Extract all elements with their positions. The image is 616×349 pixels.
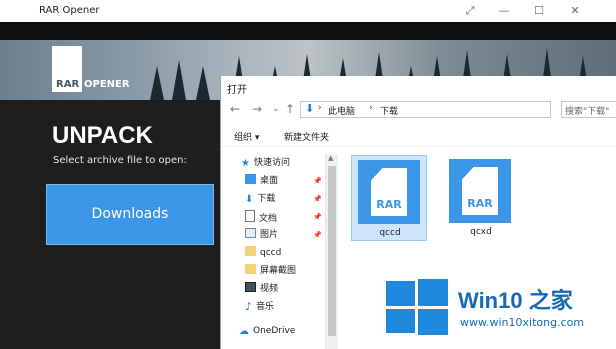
nav-item-label: OneDrive (253, 326, 296, 336)
maximize-button[interactable]: ☐ (530, 3, 548, 19)
rar-label: RAR (376, 198, 402, 211)
scroll-up-icon[interactable]: ▲ (328, 154, 333, 162)
picture-icon (245, 228, 256, 238)
nav-item-label: 图片 (260, 230, 279, 240)
page-subtitle: Select archive file to open: (53, 155, 187, 166)
rar-file-icon: RAR (358, 160, 420, 224)
logo-pane (418, 279, 448, 306)
nav-item-label: 视频 (260, 284, 279, 294)
breadcrumb-downloads[interactable]: 下载 (380, 104, 398, 117)
cloud-icon: ☁ (239, 326, 249, 337)
nav-item-videos[interactable]: 视频 (245, 282, 278, 296)
pin-icon: 📌 (313, 213, 322, 221)
tree (196, 66, 210, 100)
windows-logo-icon (386, 279, 448, 335)
logo-opener-text: OPENER (84, 79, 130, 90)
music-icon: ♪ (245, 300, 253, 313)
close-button[interactable]: ✕ (566, 3, 584, 19)
dialog-title: 打开 (227, 85, 247, 96)
download-arrow-icon: ⬇ (305, 102, 315, 115)
dialog-nav-bar: ← → ⌄ ↑ ⬇ › 此电脑 › 下载 ↻ 搜索"下载" (221, 98, 616, 122)
watermark-title: Win10 之家 (458, 288, 573, 313)
pin-icon: 📌 (313, 177, 322, 185)
desktop-folder-icon (245, 174, 256, 184)
back-button[interactable]: ← (230, 102, 240, 116)
nav-item-qccd[interactable]: qccd (245, 246, 281, 260)
tree (150, 66, 164, 100)
pin-icon: 📌 (313, 231, 322, 239)
organize-menu[interactable]: 组织 ▾ (234, 130, 259, 143)
nav-item-label: 文档 (259, 214, 278, 224)
nav-item-onedrive[interactable]: ☁ OneDrive (239, 324, 295, 338)
file-item-qcxd[interactable]: RAR qcxd (443, 155, 519, 241)
nav-item-documents[interactable]: 文档 (245, 210, 277, 224)
document-icon (245, 210, 255, 222)
nav-pane-scrollbar[interactable]: ▲ (325, 154, 338, 349)
folder-icon (245, 246, 256, 256)
folder-icon (245, 264, 256, 274)
address-bar[interactable]: ⬇ › 此电脑 › 下载 ↻ (300, 101, 551, 118)
watermark-url: www.win10xitong.com (460, 316, 585, 329)
logo-pane (386, 281, 415, 306)
nav-item-quick-access[interactable]: ★ 快速访问 (241, 156, 290, 170)
expand-icon[interactable]: ⤢ (461, 3, 479, 19)
forward-button[interactable]: → (252, 102, 262, 116)
nav-item-pictures[interactable]: 图片 (245, 228, 278, 242)
file-name: qccd (379, 228, 401, 238)
new-folder-button[interactable]: 新建文件夹 (284, 130, 329, 143)
logo-pane (386, 309, 415, 333)
file-name: qcxd (470, 227, 492, 237)
app-subbar (0, 22, 616, 40)
star-icon: ★ (241, 158, 250, 169)
file-item-qccd[interactable]: RAR qccd (351, 155, 427, 241)
recent-locations-dropdown[interactable]: ⌄ (272, 104, 280, 114)
page-title: UNPACK (52, 122, 153, 149)
up-button[interactable]: ↑ (285, 102, 295, 116)
nav-item-screenshots[interactable]: 屏幕截图 (245, 264, 296, 278)
search-input[interactable]: 搜索"下载" (561, 101, 616, 118)
logo-rar-text: RAR (56, 79, 80, 90)
download-icon: ⬇ (245, 194, 254, 205)
rar-file-icon: RAR (449, 159, 511, 223)
app-titlebar: RAR Opener ⤢ — ☐ ✕ (0, 0, 616, 22)
nav-item-label: 下载 (257, 194, 276, 204)
nav-item-label: 屏幕截图 (260, 266, 297, 276)
nav-item-desktop[interactable]: 桌面 (245, 174, 278, 188)
path-separator-icon: › (318, 103, 322, 113)
nav-item-label: qccd (260, 248, 282, 258)
logo-pane (418, 309, 448, 335)
path-separator-icon: › (369, 103, 373, 113)
breadcrumb-this-pc[interactable]: 此电脑 (328, 104, 355, 117)
dialog-toolbar: 组织 ▾ 新建文件夹 (221, 124, 616, 147)
tree (172, 60, 186, 100)
nav-item-label: 桌面 (260, 176, 279, 186)
nav-item-music[interactable]: ♪ 音乐 (245, 300, 274, 314)
nav-item-label: 快速访问 (253, 158, 290, 168)
scrollbar-thumb[interactable] (328, 166, 336, 336)
rar-label: RAR (467, 197, 493, 210)
video-icon (245, 282, 256, 292)
navigation-pane: ★ 快速访问 桌面 📌 ⬇ 下载 📌 文档 📌 图片 📌 qccd 屏幕截图 视频 … (221, 146, 337, 349)
downloads-button[interactable]: Downloads (46, 184, 214, 245)
app-title: RAR Opener (39, 5, 100, 16)
nav-item-downloads[interactable]: ⬇ 下载 (245, 192, 275, 206)
minimize-button[interactable]: — (495, 3, 513, 19)
nav-item-label: 音乐 (256, 302, 275, 312)
pin-icon: 📌 (313, 195, 322, 203)
